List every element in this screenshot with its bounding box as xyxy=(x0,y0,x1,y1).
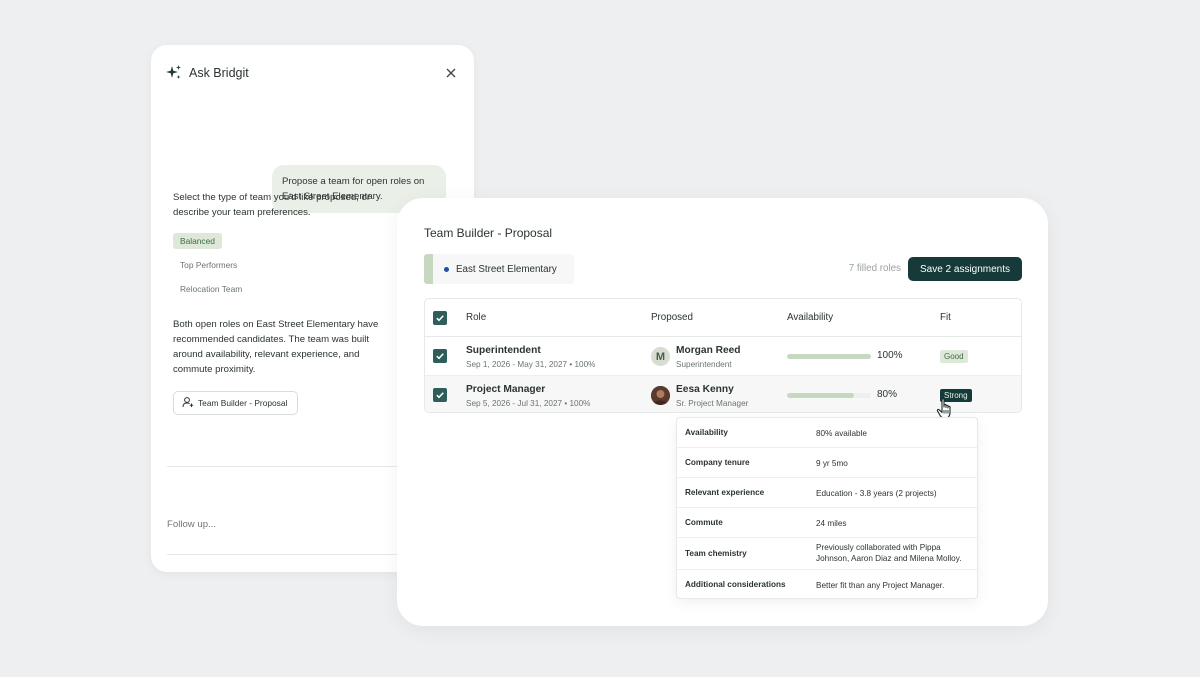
person-name[interactable]: Morgan Reed xyxy=(676,345,741,356)
detail-label: Availability xyxy=(685,428,728,437)
user-icon xyxy=(182,396,194,410)
detail-row-commute: Commute 24 miles xyxy=(677,508,977,538)
detail-row-considerations: Additional considerations Better fit tha… xyxy=(677,570,977,600)
fit-badge[interactable]: Good xyxy=(940,350,968,363)
save-assignments-button[interactable]: Save 2 assignments xyxy=(908,257,1022,281)
sparkle-icon xyxy=(165,64,183,82)
availability-percent: 100% xyxy=(877,350,903,361)
column-fit: Fit xyxy=(940,312,951,323)
option-top-performers[interactable]: Top Performers xyxy=(173,257,244,273)
detail-label: Team chemistry xyxy=(685,549,747,558)
detail-value: Education - 3.8 years (2 projects) xyxy=(816,489,937,498)
assistant-summary: Both open roles on East Street Elementar… xyxy=(173,319,379,375)
availability-bar xyxy=(787,354,871,359)
chat-header: Ask Bridgit xyxy=(165,65,458,81)
table-row[interactable]: Superintendent Sep 1, 2026 - May 31, 202… xyxy=(425,337,1021,376)
check-icon xyxy=(436,315,444,322)
row-checkbox[interactable] xyxy=(433,388,447,402)
close-icon[interactable] xyxy=(444,66,458,80)
availability-fill xyxy=(787,393,855,398)
fit-details-popover: Availability 80% available Company tenur… xyxy=(676,417,978,599)
role-dates: Sep 1, 2026 - May 31, 2027 • 100% xyxy=(466,360,596,369)
role-name: Project Manager xyxy=(466,384,546,395)
table-row[interactable]: Project Manager Sep 5, 2026 - Jul 31, 20… xyxy=(425,376,1021,412)
check-icon xyxy=(436,353,444,360)
detail-row-experience: Relevant experience Education - 3.8 year… xyxy=(677,478,977,508)
column-availability: Availability xyxy=(787,312,834,323)
chat-title: Ask Bridgit xyxy=(189,66,249,80)
follow-up-input[interactable] xyxy=(167,519,407,530)
assistant-prompt: Select the type of team you'd like propo… xyxy=(173,192,371,218)
availability-percent: 80% xyxy=(877,389,898,400)
detail-label: Additional considerations xyxy=(685,580,786,589)
filled-roles-count: 7 filled roles xyxy=(848,263,901,274)
person-title: Superintendent xyxy=(676,360,732,369)
select-all-checkbox[interactable] xyxy=(433,311,447,325)
proposal-table: Role Proposed Availability Fit Superinte… xyxy=(424,298,1022,413)
availability-fill xyxy=(787,354,871,359)
option-relocation-team[interactable]: Relocation Team xyxy=(173,281,249,297)
avatar xyxy=(651,386,670,405)
project-color-bar xyxy=(424,254,433,284)
detail-label: Commute xyxy=(685,518,723,527)
detail-label: Relevant experience xyxy=(685,488,765,497)
team-builder-proposal-link[interactable]: Team Builder - Proposal xyxy=(173,391,299,415)
detail-label: Company tenure xyxy=(685,458,750,467)
detail-row-chemistry: Team chemistry Previously collaborated w… xyxy=(677,538,977,570)
table-header: Role Proposed Availability Fit xyxy=(425,299,1021,337)
project-selector[interactable]: East Street Elementary xyxy=(424,254,574,284)
detail-row-tenure: Company tenure 9 yr 5mo xyxy=(677,448,977,478)
role-name: Superintendent xyxy=(466,345,541,356)
check-icon xyxy=(436,392,444,399)
detail-value: 80% available xyxy=(816,429,867,438)
detail-value: 24 miles xyxy=(816,519,847,528)
availability-bar xyxy=(787,393,871,398)
detail-value: 9 yr 5mo xyxy=(816,459,848,468)
project-dot-icon xyxy=(444,266,449,272)
person-name[interactable]: Eesa Kenny xyxy=(676,384,734,395)
team-builder-card: Team Builder - Proposal East Street Elem… xyxy=(397,198,1048,626)
column-role: Role xyxy=(466,312,487,323)
detail-value: Previously collaborated with Pippa Johns… xyxy=(816,543,962,563)
role-dates: Sep 5, 2026 - Jul 31, 2027 • 100% xyxy=(466,399,591,408)
person-title: Sr. Project Manager xyxy=(676,399,749,408)
page-title: Team Builder - Proposal xyxy=(424,226,553,240)
column-proposed: Proposed xyxy=(651,312,693,323)
row-checkbox[interactable] xyxy=(433,349,447,363)
option-balanced[interactable]: Balanced xyxy=(173,233,222,249)
project-name: East Street Elementary xyxy=(456,263,557,275)
team-type-options: Balanced Top Performers Relocation Team xyxy=(173,233,249,305)
avatar: M xyxy=(651,347,670,366)
proposal-link-label: Team Builder - Proposal xyxy=(198,398,288,408)
detail-value: Better fit than any Project Manager. xyxy=(816,581,945,590)
detail-row-availability: Availability 80% available xyxy=(677,418,977,448)
